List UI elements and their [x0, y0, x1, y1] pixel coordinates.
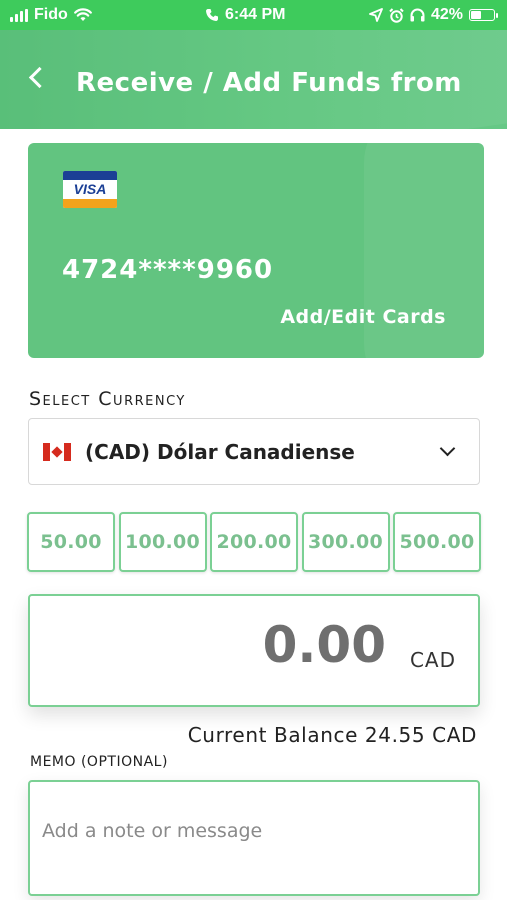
selected-currency: (CAD) Dólar Canadiense — [85, 440, 355, 464]
location-icon — [369, 8, 383, 22]
amount-input[interactable]: 0.00 CAD — [28, 594, 480, 707]
memo-label: MEMO (OPTIONAL) — [30, 754, 168, 770]
visa-logo-icon: VISA — [63, 171, 117, 208]
amount-preset-button[interactable]: 50.00 — [27, 512, 115, 572]
headphones-icon — [410, 8, 425, 22]
battery-icon — [469, 9, 498, 21]
card-number: 4724****9960 — [62, 255, 274, 285]
signal-icon — [10, 8, 28, 22]
wifi-icon — [73, 8, 92, 21]
battery-percent: 42% — [430, 6, 463, 23]
status-time: 6:44 PM — [225, 6, 286, 23]
payment-card[interactable]: VISA 4724****9960 Add/Edit Cards — [28, 143, 484, 358]
current-balance: Current Balance 24.55 CAD — [187, 723, 477, 747]
amount-currency: CAD — [409, 648, 456, 672]
app-header: Receive / Add Funds from — [0, 30, 507, 129]
card-brand: VISA — [73, 181, 107, 197]
carrier-name: Fido — [34, 6, 68, 23]
amount-presets: 50.00 100.00 200.00 300.00 500.00 — [27, 512, 481, 574]
status-right: 42% — [369, 6, 498, 24]
amount-preset-button[interactable]: 100.00 — [118, 512, 207, 572]
memo-field — [28, 780, 480, 896]
status-bar: Fido 6:44 PM 42% — [0, 0, 507, 30]
amount-preset-button[interactable]: 300.00 — [301, 512, 390, 572]
phone-icon — [206, 9, 218, 21]
amount-value: 0.00 — [262, 616, 386, 674]
page-title: Receive / Add Funds from — [76, 68, 462, 98]
chevron-down-icon — [439, 440, 456, 457]
amount-preset-button[interactable]: 500.00 — [393, 512, 481, 572]
add-edit-cards-button[interactable]: Add/Edit Cards — [280, 306, 446, 328]
select-currency-label: Select Currency — [29, 388, 186, 410]
memo-input[interactable] — [30, 782, 478, 894]
canada-flag-icon — [43, 443, 71, 461]
status-left: Fido — [10, 6, 92, 24]
amount-preset-button[interactable]: 200.00 — [210, 512, 298, 572]
alarm-icon — [389, 7, 404, 23]
status-center: 6:44 PM — [205, 6, 285, 24]
back-chevron-icon[interactable] — [28, 66, 51, 89]
battery-fill — [471, 11, 482, 19]
currency-dropdown[interactable]: (CAD) Dólar Canadiense — [28, 418, 480, 485]
